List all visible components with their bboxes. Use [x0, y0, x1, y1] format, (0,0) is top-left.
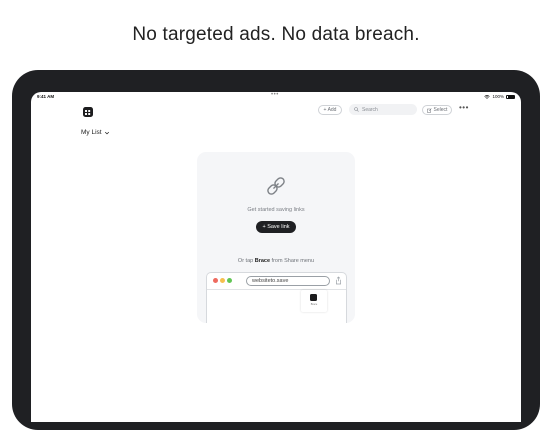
status-bar: 9:41 AM ••• 100%	[31, 92, 521, 101]
search-placeholder: Search	[362, 106, 378, 113]
hint-app-name: Brace	[254, 258, 271, 264]
hint-prefix: Or tap	[237, 258, 255, 264]
status-time: 9:41 AM	[37, 94, 55, 99]
list-selector-label: My List	[81, 129, 102, 136]
hint-suffix: from Share menu	[270, 258, 315, 264]
share-menu-item-label: Brace	[310, 303, 318, 306]
minimize-dot	[220, 278, 225, 283]
edit-icon	[426, 107, 432, 113]
battery-icon	[506, 94, 515, 99]
search-input[interactable]: Search	[349, 104, 417, 115]
add-button[interactable]: + Add	[318, 105, 342, 115]
select-label: Select	[433, 107, 448, 113]
status-right: 100%	[484, 94, 515, 99]
brace-app-icon	[310, 294, 317, 301]
close-dot	[213, 278, 218, 283]
wifi-icon	[484, 94, 491, 99]
select-button[interactable]: Select	[422, 105, 452, 115]
app-screen: 9:41 AM ••• 100% + Add Search Select •••	[31, 92, 521, 422]
browser-illustration: websiteto.save Brace	[206, 272, 347, 323]
app-logo-icon[interactable]	[83, 107, 93, 117]
multitasking-dots[interactable]: •••	[271, 92, 279, 98]
list-selector[interactable]: My List	[81, 129, 110, 136]
search-icon	[354, 107, 359, 112]
battery-percent: 100%	[492, 94, 504, 99]
share-icon	[336, 276, 341, 285]
link-icon	[267, 177, 285, 195]
more-options-icon[interactable]: •••	[459, 103, 469, 112]
headline: No targeted ads. No data breach.	[132, 24, 420, 45]
empty-state-message: Get started saving links	[247, 207, 305, 213]
empty-state-card: Get started saving links + Save link Or …	[197, 152, 355, 323]
browser-toolbar: websiteto.save	[207, 273, 346, 290]
chevron-down-icon	[104, 131, 109, 134]
browser-url-field: websiteto.save	[246, 276, 330, 286]
save-link-button[interactable]: + Save link	[256, 221, 296, 233]
share-menu-popup: Brace	[301, 290, 327, 312]
share-menu-hint: Or tap Brace from Share menu	[197, 258, 355, 264]
maximize-dot	[227, 278, 232, 283]
